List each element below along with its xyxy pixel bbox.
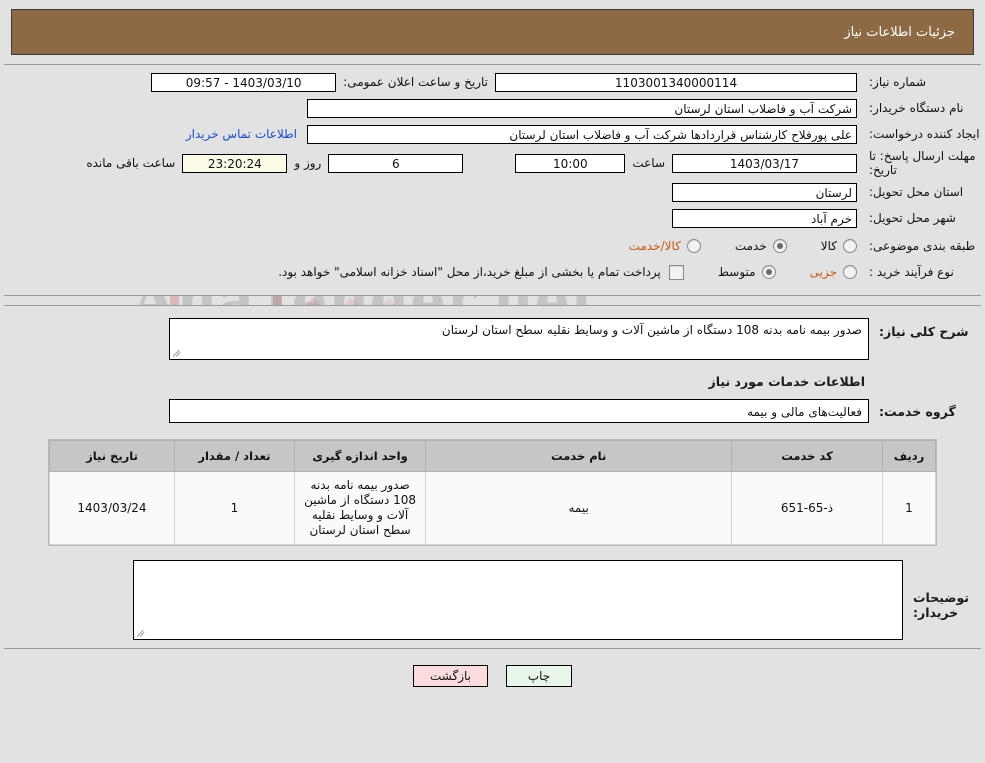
category-option-kala-label: کالا: [820, 239, 837, 253]
treasury-note-text: پرداخت تمام یا بخشی از مبلغ خرید،از محل …: [278, 265, 661, 279]
row-need-description: شرح کلی نیاز: صدور بیمه نامه بدنه 108 دس…: [4, 318, 981, 360]
category-option-kala-khedmat[interactable]: کالا/خدمت: [629, 239, 701, 253]
purchase-type-radio-group: جزیی متوسط: [684, 265, 857, 279]
radio-icon-kala[interactable]: [843, 239, 857, 253]
remaining-time-value: 23:20:24: [182, 153, 288, 173]
delivery-province-label: استان محل تحویل:: [869, 185, 964, 199]
buyer-notes-label: توضیحات خریدار:: [913, 590, 969, 620]
delivery-city-label: شهر محل تحویل:: [869, 211, 956, 225]
row-service-group: گروه خدمت: فعالیت‌های مالی و بیمه: [4, 399, 981, 423]
remaining-word-label: ساعت باقی مانده: [86, 156, 176, 170]
table-header-qty: تعداد / مقدار: [173, 440, 295, 472]
category-option-khedmat[interactable]: خدمت: [735, 239, 787, 253]
public-announce-label: تاریخ و ساعت اعلان عمومی:: [343, 75, 488, 89]
buyer-contact-link[interactable]: اطلاعات تماس خریدار: [176, 127, 307, 141]
category-option-khedmat-label: خدمت: [734, 239, 767, 253]
purchase-option-jozei-label: جزیی: [809, 265, 837, 279]
need-info-panel: شماره نیاز: 1103001340000114 تاریخ و ساع…: [4, 64, 981, 296]
table-header-name: نام خدمت: [425, 440, 733, 472]
need-number-label: شماره نیاز:: [869, 75, 926, 89]
buyer-org-value: شرکت آب و فاضلاب استان لرستان: [307, 98, 857, 118]
row-need-number: شماره نیاز: 1103001340000114 تاریخ و ساع…: [4, 71, 981, 93]
back-button[interactable]: بازگشت: [413, 665, 488, 687]
table-header-date: تاریخ نیاز: [49, 440, 175, 472]
table-header-row: ردیف کد خدمت نام خدمت واحد اندازه گیری ت…: [49, 440, 937, 472]
purchase-option-jozei[interactable]: جزیی: [810, 265, 857, 279]
row-deadline: مهلت ارسال پاسخ: تا تاریخ: 1403/03/17 سا…: [4, 149, 981, 177]
cell-unit: صدور بیمه نامه بدنه 108 دستگاه از ماشین …: [293, 471, 427, 545]
page-header: جزئیات اطلاعات نیاز: [11, 9, 974, 55]
row-category: طبقه بندی موضوعی: کالا خدمت کالا/خدمت: [4, 235, 981, 257]
category-option-kala-khedmat-label: کالا/خدمت: [628, 239, 681, 253]
need-description-label: شرح کلی نیاز:: [879, 324, 969, 339]
cell-date: 1403/03/24: [49, 471, 175, 545]
creator-value: علی پورفلاح کارشناس قراردادها شرکت آب و …: [307, 124, 857, 144]
row-buyer-org: نام دستگاه خریدار: شرکت آب و فاضلاب استا…: [4, 97, 981, 119]
purchase-option-motavaset-label: متوسط: [717, 265, 756, 279]
creator-label: ایجاد کننده درخواست:: [869, 127, 980, 141]
hour-word-label: ساعت: [632, 156, 665, 170]
footer-actions: چاپ بازگشت: [0, 665, 985, 687]
need-number-value: 1103001340000114: [495, 72, 857, 92]
row-delivery-province: استان محل تحویل: لرستان: [4, 181, 981, 203]
cell-radif: 1: [881, 471, 937, 545]
table-row: 1 ذ-65-651 بیمه صدور بیمه نامه بدنه 108 …: [49, 471, 937, 545]
print-button[interactable]: چاپ: [506, 665, 572, 687]
row-creator: ایجاد کننده درخواست: علی پورفلاح کارشناس…: [4, 123, 981, 145]
buyer-notes-textarea[interactable]: [133, 560, 903, 640]
resize-handle-icon[interactable]: [172, 347, 183, 358]
purchase-option-motavaset[interactable]: متوسط: [718, 265, 776, 279]
cell-name: بیمه: [425, 471, 733, 545]
radio-icon-khedmat[interactable]: [772, 239, 787, 253]
row-buyer-notes: توضیحات خریدار:: [4, 560, 981, 640]
purchase-type-label: نوع فرآیند خرید :: [869, 265, 954, 279]
treasury-note-checkbox[interactable]: [668, 264, 684, 280]
row-delivery-city: شهر محل تحویل: خرم آباد: [4, 207, 981, 229]
cell-qty: 1: [173, 471, 295, 545]
deadline-date-value: 1403/03/17: [672, 153, 857, 173]
resize-handle-icon-notes[interactable]: [136, 627, 147, 638]
services-section-title: اطلاعات خدمات مورد نیاز: [708, 374, 866, 389]
buyer-org-label: نام دستگاه خریدار:: [869, 101, 964, 115]
service-group-value: فعالیت‌های مالی و بیمه: [169, 399, 869, 423]
row-purchase-type: نوع فرآیند خرید : جزیی متوسط پرداخت تمام…: [4, 261, 981, 283]
category-radio-group: کالا خدمت کالا/خدمت: [595, 239, 857, 253]
radio-icon-kala-khedmat[interactable]: [686, 239, 701, 253]
need-description-textarea[interactable]: صدور بیمه نامه بدنه 108 دستگاه از ماشین …: [169, 318, 869, 360]
table-header-unit: واحد اندازه گیری: [293, 440, 427, 472]
remaining-days-value: 6: [328, 153, 464, 173]
category-label: طبقه بندی موضوعی:: [869, 239, 976, 253]
days-word-label: روز و: [294, 156, 322, 170]
table-header-code: کد خدمت: [731, 440, 883, 472]
delivery-city-value: خرم آباد: [672, 208, 857, 228]
radio-icon-jozei[interactable]: [843, 265, 857, 279]
deadline-label: مهلت ارسال پاسخ: تا تاریخ:: [869, 149, 976, 177]
category-option-kala[interactable]: کالا: [821, 239, 857, 253]
services-table-wrapper: ردیف کد خدمت نام خدمت واحد اندازه گیری ت…: [48, 439, 937, 546]
need-description-value: صدور بیمه نامه بدنه 108 دستگاه از ماشین …: [441, 323, 862, 337]
deadline-time-value: 10:00: [515, 153, 626, 173]
need-description-panel: شرح کلی نیاز: صدور بیمه نامه بدنه 108 دس…: [4, 305, 981, 649]
table-header-radif: ردیف: [881, 440, 937, 472]
radio-icon-motavaset[interactable]: [761, 265, 776, 279]
services-table: ردیف کد خدمت نام خدمت واحد اندازه گیری ت…: [49, 440, 937, 545]
delivery-province-value: لرستان: [672, 182, 857, 202]
page-title: جزئیات اطلاعات نیاز: [844, 24, 955, 40]
service-group-label: گروه خدمت:: [879, 403, 956, 419]
cell-code: ذ-65-651: [731, 471, 883, 545]
public-announce-value: 1403/03/10 - 09:57: [151, 72, 337, 92]
